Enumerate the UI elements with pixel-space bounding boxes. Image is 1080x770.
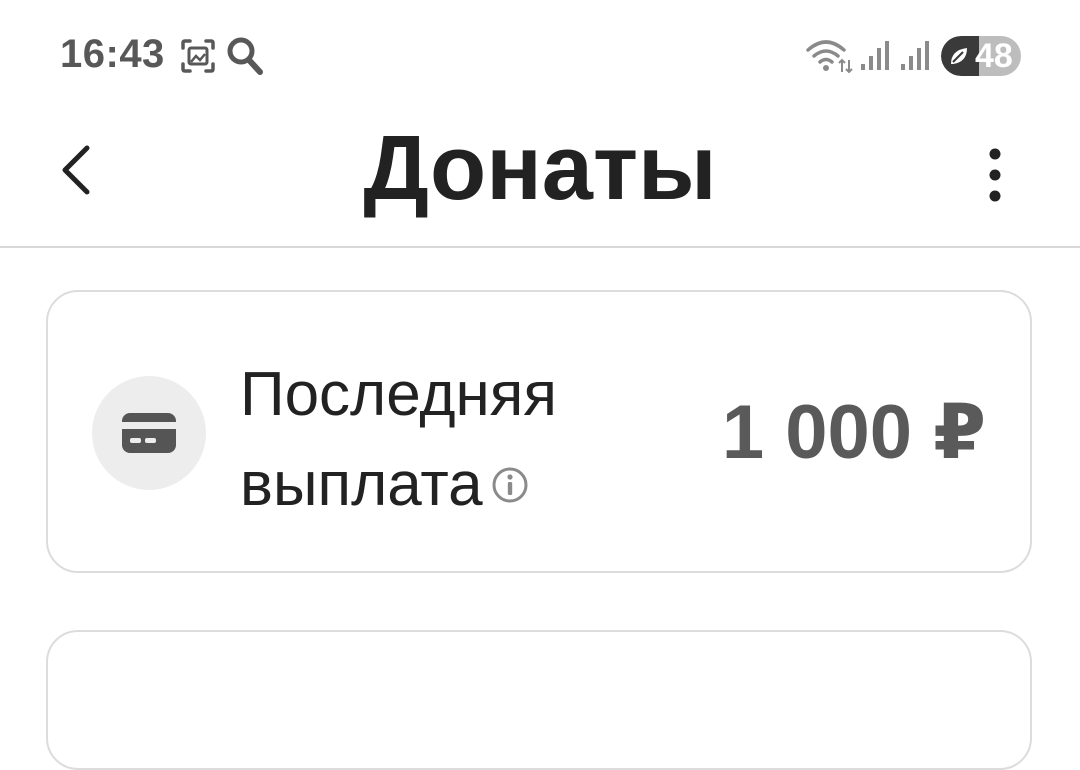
last-payout-amount: 1 000 ₽ [721, 390, 986, 475]
last-payout-label-container: Последняя выплата [240, 350, 640, 530]
status-bar: 16:43 48 [0, 0, 1080, 110]
signal-icon [901, 41, 929, 70]
signal-icon [861, 41, 889, 70]
more-options-button[interactable] [962, 130, 1028, 220]
last-payout-card[interactable]: Последняя выплата 1 000 ₽ [46, 290, 1032, 573]
page-title: Донаты [363, 117, 717, 219]
battery-indicator: 48 [941, 36, 1021, 76]
app-bar: Донаты [0, 110, 1080, 248]
more-vertical-icon [989, 148, 1001, 202]
wifi-icon [806, 40, 853, 74]
card-icon-container [92, 376, 206, 490]
leaf-icon [951, 48, 967, 64]
info-icon[interactable] [491, 466, 529, 504]
search-icon [227, 37, 263, 75]
battery-level: 48 [975, 37, 1013, 75]
card-icon [122, 413, 176, 453]
screenshot-icon [181, 39, 215, 73]
next-card[interactable] [46, 630, 1032, 770]
status-time: 16:43 [60, 32, 165, 76]
